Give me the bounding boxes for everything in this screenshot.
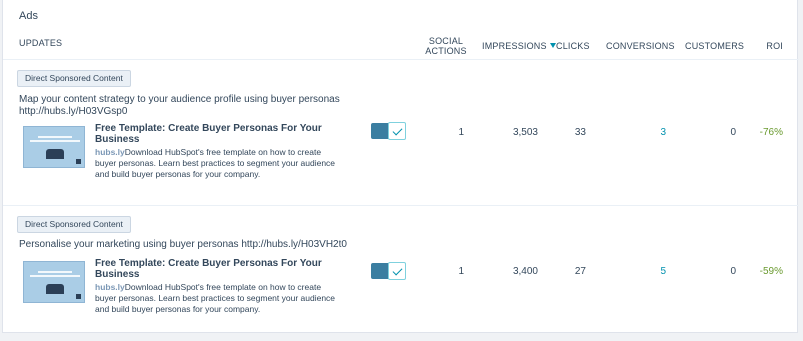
row-divider <box>3 205 799 206</box>
post-text: Personalise your marketing using buyer p… <box>19 239 364 251</box>
ad-enabled-toggle[interactable] <box>371 122 406 140</box>
link-title[interactable]: Free Template: Create Buyer Personas For… <box>95 258 325 280</box>
link-domain: hubs.ly <box>95 147 125 157</box>
people-illustration-icon <box>46 149 64 159</box>
link-description: hubs.lyDownload HubSpot's free template … <box>95 147 340 180</box>
conversions-value[interactable]: 3 <box>606 127 666 138</box>
conversions-value[interactable]: 5 <box>606 266 666 277</box>
link-thumbnail[interactable] <box>23 126 85 168</box>
column-impressions-label: IMPRESSIONS <box>482 41 547 51</box>
column-social-actions-line1: SOCIAL <box>428 36 464 46</box>
roi-value: -76% <box>759 127 783 138</box>
people-illustration-icon <box>46 284 64 294</box>
link-domain: hubs.ly <box>95 282 125 292</box>
link-description-text: Download HubSpot's free template on how … <box>95 282 336 314</box>
roi-value: -59% <box>759 266 783 277</box>
social-actions-value: 1 <box>458 127 464 138</box>
post-text-line: Map your content strategy to your audien… <box>19 94 340 105</box>
post-text-line: Personalise your marketing using buyer p… <box>19 239 347 250</box>
link-thumbnail[interactable] <box>23 261 85 303</box>
link-description-text: Download HubSpot's free template on how … <box>95 147 336 179</box>
column-updates[interactable]: UPDATES <box>19 38 62 48</box>
panel-title: Ads <box>19 10 38 22</box>
checkmark-icon <box>392 265 403 276</box>
ad-enabled-toggle[interactable] <box>371 262 406 280</box>
content-type-tag: Direct Sponsored Content <box>17 216 131 233</box>
column-social-actions-line2: ACTIONS <box>425 46 467 56</box>
checkmark-icon <box>392 125 403 136</box>
column-clicks[interactable]: CLICKS <box>556 41 590 51</box>
clicks-value: 27 <box>574 266 586 277</box>
social-actions-value: 1 <box>458 266 464 277</box>
sort-descending-icon <box>549 43 556 48</box>
column-customers[interactable]: CUSTOMERS <box>685 41 744 51</box>
post-text: Map your content strategy to your audien… <box>19 94 364 118</box>
content-type-tag: Direct Sponsored Content <box>17 70 131 87</box>
link-description: hubs.lyDownload HubSpot's free template … <box>95 282 340 315</box>
header-divider <box>3 59 799 60</box>
post-text-line: http://hubs.ly/H03VGsp0 <box>19 106 128 117</box>
column-impressions[interactable]: IMPRESSIONS <box>482 41 556 51</box>
clicks-value: 33 <box>574 127 586 138</box>
column-social-actions[interactable]: SOCIAL ACTIONS <box>417 36 475 56</box>
link-title[interactable]: Free Template: Create Buyer Personas For… <box>95 123 325 145</box>
column-conversions[interactable]: CONVERSIONS <box>606 41 675 51</box>
column-roi[interactable]: ROI <box>743 41 783 51</box>
ads-panel: Ads UPDATES SOCIAL ACTIONS IMPRESSIONS C… <box>2 0 799 333</box>
